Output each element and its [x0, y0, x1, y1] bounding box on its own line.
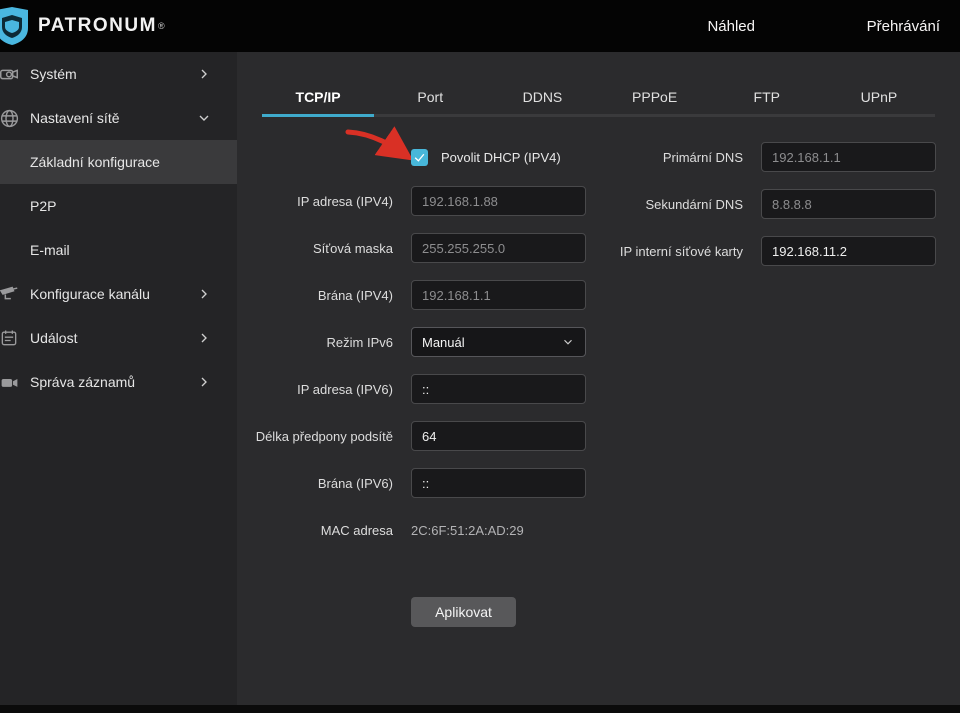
gw4-row: Brána (IPV4) — [237, 280, 586, 310]
ip6-input[interactable] — [411, 374, 586, 404]
dhcp-row: Povolit DHCP (IPV4) — [411, 142, 561, 172]
prefix-row: Délka předpony podsítě — [237, 421, 586, 451]
nav-preview[interactable]: Náhled — [707, 0, 755, 52]
mac-label: MAC adresa — [237, 523, 393, 538]
ipv6-mode-selected-value: Manuál — [422, 335, 465, 350]
sidebar-item-label: Systém — [30, 66, 77, 82]
sidebar-item-label: P2P — [30, 198, 56, 214]
gw4-input[interactable] — [411, 280, 586, 310]
shield-logo-icon — [0, 6, 30, 46]
ipv6-mode-select[interactable]: Manuál — [411, 327, 586, 357]
topbar: PATRONUM® Náhled Přehrávání — [0, 0, 960, 52]
dns1-row: Primární DNS — [593, 142, 936, 172]
internal-ip-label: IP interní síťové karty — [593, 244, 743, 259]
dns2-input[interactable] — [761, 189, 936, 219]
gw6-input[interactable] — [411, 468, 586, 498]
tab-pppoe[interactable]: PPPoE — [599, 52, 711, 117]
tab-ftp[interactable]: FTP — [711, 52, 823, 117]
tab-upnp[interactable]: UPnP — [823, 52, 935, 117]
main-content: TCP/IP Port DDNS PPPoE FTP UPnP Povolit … — [237, 52, 960, 705]
dns1-input[interactable] — [761, 142, 936, 172]
sidebar-item-network-settings[interactable]: Nastavení sítě — [0, 96, 237, 140]
sidebar-item-p2p[interactable]: P2P — [0, 184, 237, 228]
tab-ddns[interactable]: DDNS — [486, 52, 598, 117]
brand-name: PATRONUM — [38, 15, 157, 37]
ip4-input[interactable] — [411, 186, 586, 216]
sidebar: Systém Nastavení sítě Základní konfigura… — [0, 52, 237, 705]
sidebar-item-system[interactable]: Systém — [0, 52, 237, 96]
tab-bar: TCP/IP Port DDNS PPPoE FTP UPnP — [262, 52, 935, 117]
tab-tcpip[interactable]: TCP/IP — [262, 52, 374, 117]
internal-ip-row: IP interní síťové karty — [593, 236, 936, 266]
sidebar-item-label: Základní konfigurace — [30, 154, 160, 170]
dhcp-checkbox[interactable] — [411, 149, 428, 166]
chevron-right-icon — [196, 286, 212, 302]
chevron-down-icon — [561, 335, 575, 349]
sidebar-item-label: Nastavení sítě — [30, 110, 120, 126]
gw6-row: Brána (IPV6) — [237, 468, 586, 498]
dns2-row: Sekundární DNS — [593, 189, 936, 219]
sidebar-item-basic-configuration[interactable]: Základní konfigurace — [0, 140, 237, 184]
dns1-label: Primární DNS — [593, 150, 743, 165]
brand-registered-mark: ® — [158, 21, 165, 31]
sidebar-item-record-management[interactable]: Správa záznamů — [0, 360, 237, 404]
gw6-label: Brána (IPV6) — [237, 476, 393, 491]
ip4-row: IP adresa (IPV4) — [237, 186, 586, 216]
sidebar-item-label: Událost — [30, 330, 77, 346]
globe-network-icon — [0, 107, 21, 129]
ipv6-mode-label: Režim IPv6 — [237, 335, 393, 350]
chevron-right-icon — [196, 66, 212, 82]
prefix-label: Délka předpony podsítě — [237, 429, 393, 444]
prefix-input[interactable] — [411, 421, 586, 451]
bottom-strip — [0, 705, 960, 713]
gw4-label: Brána (IPV4) — [237, 288, 393, 303]
mask-input[interactable] — [411, 233, 586, 263]
tab-port[interactable]: Port — [374, 52, 486, 117]
mask-row: Síťová maska — [237, 233, 586, 263]
internal-ip-input[interactable] — [761, 236, 936, 266]
mac-row: MAC adresa 2C:6F:51:2A:AD:29 — [237, 515, 524, 545]
chevron-right-icon — [196, 330, 212, 346]
cctv-camera-icon — [0, 283, 21, 305]
system-camera-icon — [0, 63, 21, 85]
sidebar-item-email[interactable]: E-mail — [0, 228, 237, 272]
sidebar-item-channel-configuration[interactable]: Konfigurace kanálu — [0, 272, 237, 316]
ip6-row: IP adresa (IPV6) — [237, 374, 586, 404]
ip4-label: IP adresa (IPV4) — [237, 194, 393, 209]
dhcp-checkbox-label: Povolit DHCP (IPV4) — [441, 150, 561, 165]
sidebar-item-event[interactable]: Událost — [0, 316, 237, 360]
ip6-label: IP adresa (IPV6) — [237, 382, 393, 397]
ipv6-mode-row: Režim IPv6 Manuál — [237, 327, 586, 357]
chevron-right-icon — [196, 374, 212, 390]
video-record-icon — [0, 371, 21, 393]
dns2-label: Sekundární DNS — [593, 197, 743, 212]
sidebar-item-label: Správa záznamů — [30, 374, 135, 390]
sidebar-item-label: Konfigurace kanálu — [30, 286, 150, 302]
brand-logo: PATRONUM® — [0, 6, 165, 46]
annotation-arrow — [345, 126, 417, 166]
calendar-event-icon — [0, 327, 21, 349]
sidebar-item-label: E-mail — [30, 242, 70, 258]
chevron-down-icon — [196, 110, 212, 126]
nav-playback[interactable]: Přehrávání — [867, 0, 940, 52]
mask-label: Síťová maska — [237, 241, 393, 256]
apply-button[interactable]: Aplikovat — [411, 597, 516, 627]
mac-value: 2C:6F:51:2A:AD:29 — [411, 523, 524, 538]
